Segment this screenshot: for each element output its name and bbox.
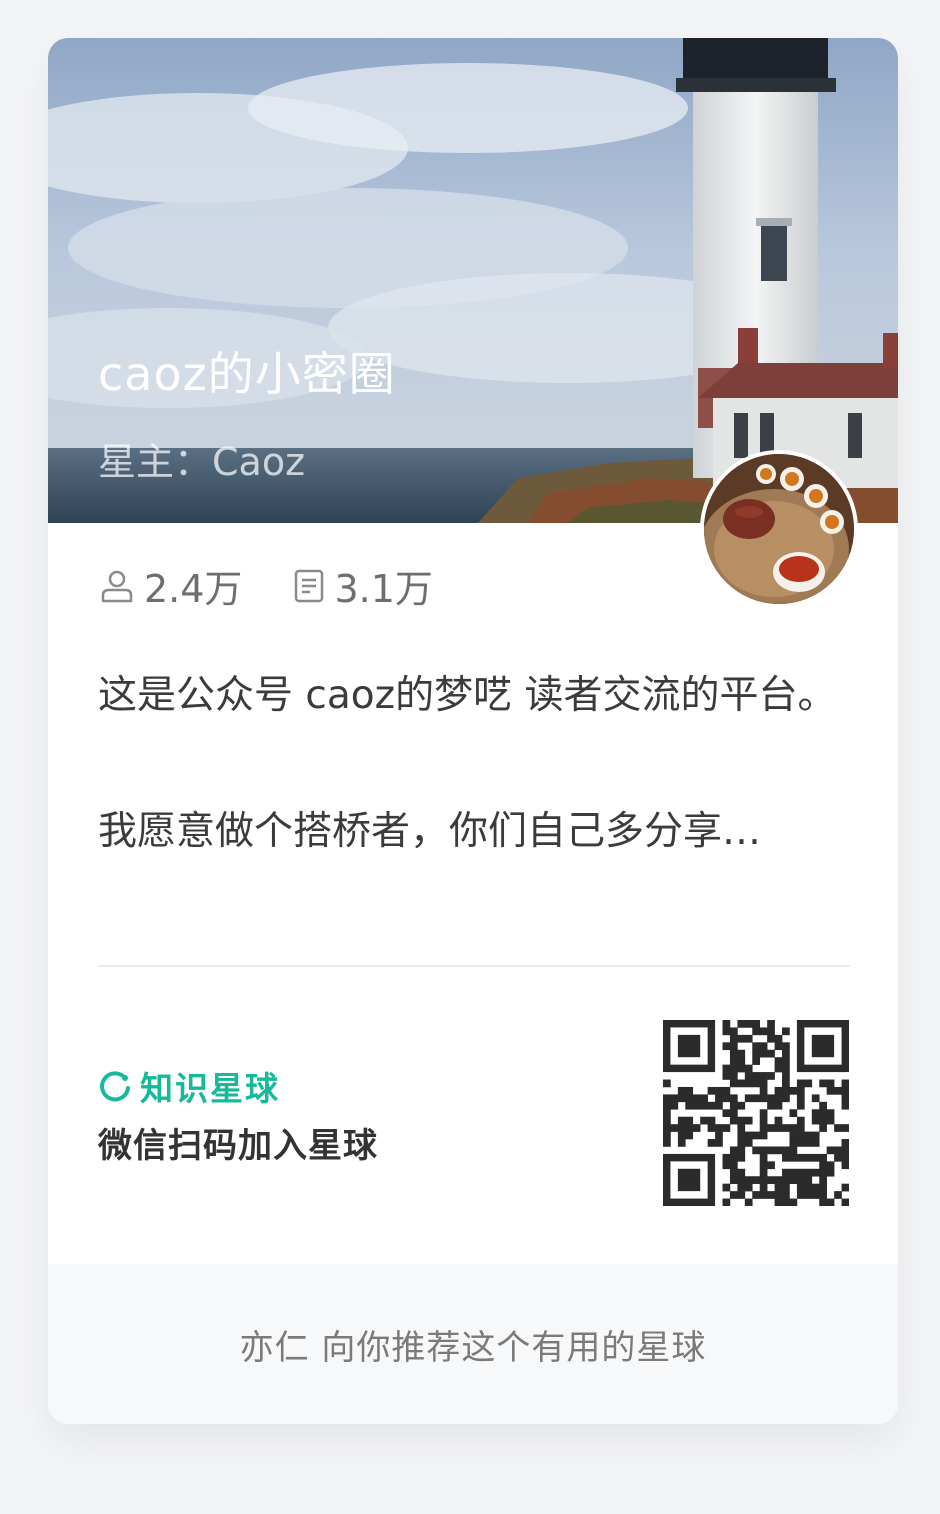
recommend-text: 亦仁 向你推荐这个有用的星球	[239, 1327, 707, 1368]
document-icon	[295, 569, 324, 602]
person-icon	[101, 570, 133, 602]
circle-title: caoz的小密圈	[98, 347, 396, 401]
qr-code[interactable]	[663, 1020, 849, 1206]
owner-line: 星主：Caoz	[98, 440, 306, 484]
stats-row: 2.4万 3.1万	[98, 558, 433, 613]
planet-share-card: caoz的小密圈 星主：Caoz 2.4万 3.1万 这是公众号 caoz的梦呓…	[48, 38, 898, 1424]
scan-instruction: 微信扫码加入星球	[98, 1126, 378, 1166]
description-paragraph-1: 这是公众号 caoz的梦呓 读者交流的平台。	[98, 673, 837, 718]
knowledge-planet-logo-icon	[100, 1071, 130, 1102]
divider	[98, 965, 850, 967]
brand-name: 知识星球	[140, 1069, 280, 1108]
recommend-footer: 亦仁 向你推荐这个有用的星球	[48, 1264, 898, 1424]
circle-description: 这是公众号 caoz的梦呓 读者交流的平台。 我愿意做个搭桥者，你们自己多分享…	[98, 660, 838, 868]
brand-logo: 知识星球	[98, 1062, 280, 1110]
topics-count: 3.1万	[334, 567, 433, 611]
topics-stat: 3.1万	[292, 558, 433, 613]
avatar	[700, 450, 858, 608]
members-stat: 2.4万	[98, 558, 242, 613]
description-paragraph-2: 我愿意做个搭桥者，你们自己多分享…	[98, 809, 762, 854]
members-count: 2.4万	[144, 567, 243, 611]
